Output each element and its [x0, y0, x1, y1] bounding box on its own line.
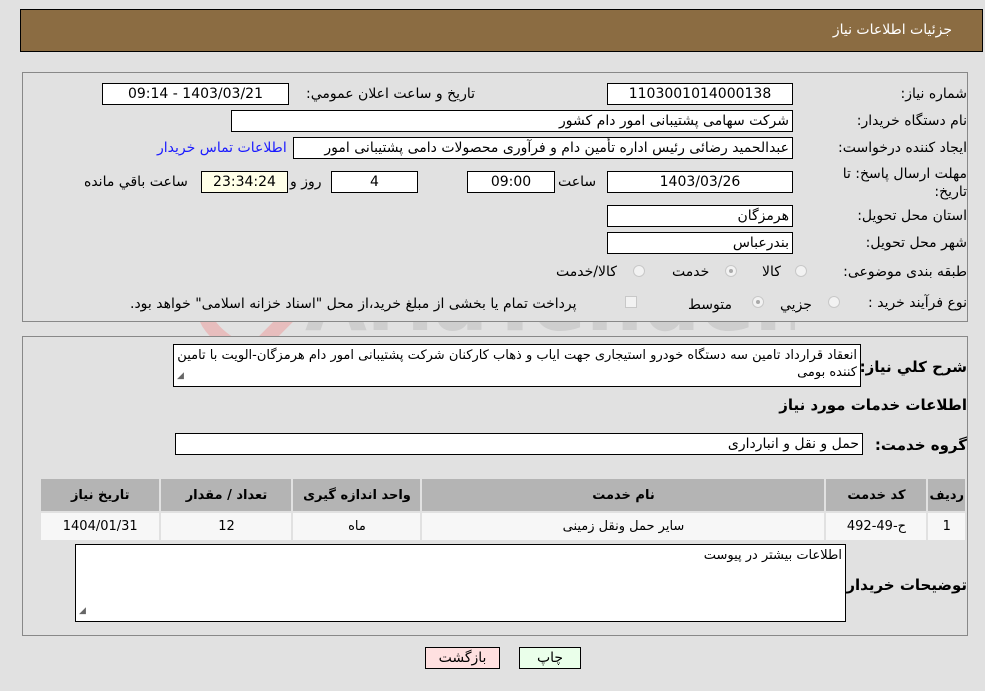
table-header-row: ردیف کد خدمت نام خدمت واحد اندازه گیری ت… — [38, 477, 967, 513]
announce-datetime-field[interactable]: 1403/03/21 - 09:14 — [102, 83, 289, 105]
category-option-goods-service: کالا/خدمت — [556, 264, 617, 280]
description-textarea[interactable]: انعقاد قرارداد تامین سه دستگاه خودرو است… — [173, 344, 861, 387]
buyer-notes-textarea[interactable]: اطلاعات بیشتر در پیوست ◢ — [75, 544, 846, 622]
table-row: 1 ح-49-492 سایر حمل ونقل زمینی ماه 12 14… — [38, 511, 967, 542]
resize-grip-icon[interactable]: ◢ — [177, 368, 184, 385]
buyer-notes-text: اطلاعات بیشتر در پیوست — [703, 548, 842, 563]
resize-grip-icon[interactable]: ◢ — [79, 603, 86, 620]
category-radio-goods[interactable] — [795, 265, 807, 277]
description-label: شرح کلي نیاز: — [859, 358, 967, 376]
col-header-row-number: ردیف — [926, 477, 967, 513]
cell-need-date: 1404/01/31 — [38, 511, 162, 542]
buyer-contact-link[interactable]: اطلاعات تماس خریدار — [157, 140, 287, 156]
deadline-label: مهلت ارسال پاسخ: تا تاریخ: — [842, 166, 967, 200]
days-label: روز و — [290, 174, 322, 190]
deadline-date-field[interactable]: 1403/03/26 — [607, 171, 793, 193]
col-header-unit: واحد اندازه گیری — [291, 477, 423, 513]
category-label: طبقه بندی موضوعی: — [843, 264, 967, 280]
print-button[interactable]: چاپ — [519, 647, 581, 669]
treasury-note: پرداخت تمام یا بخشی از مبلغ خرید،از محل … — [130, 296, 577, 312]
cell-service-name: سایر حمل ونقل زمینی — [420, 511, 827, 542]
city-label: شهر محل تحویل: — [865, 235, 967, 251]
category-radio-service[interactable] — [725, 265, 737, 277]
page-header: جزئیات اطلاعات نیاز — [20, 9, 983, 52]
process-label: نوع فرآیند خرید : — [868, 295, 967, 311]
cell-unit: ماه — [291, 511, 423, 542]
service-group-label: گروه خدمت: — [874, 436, 967, 454]
need-number-label: شماره نیاز: — [900, 86, 968, 102]
col-header-service-name: نام خدمت — [420, 477, 827, 513]
buyer-org-field[interactable]: شرکت سهامی پشتیبانی امور دام کشور — [231, 110, 793, 132]
remaining-label: ساعت باقي مانده — [84, 174, 188, 190]
buyer-notes-label: توضیحات خریدار: — [840, 576, 967, 594]
process-option-medium: متوسط — [688, 297, 732, 313]
col-header-need-date: تاریخ نیاز — [38, 477, 162, 513]
process-option-minor: جزيي — [780, 297, 812, 313]
description-text: انعقاد قرارداد تامین سه دستگاه خودرو است… — [177, 348, 857, 380]
service-group-field[interactable]: حمل و نقل و انبارداری — [175, 433, 863, 455]
cell-quantity: 12 — [159, 511, 294, 542]
buyer-org-label: نام دستگاه خریدار: — [856, 113, 967, 129]
requester-label: ایجاد کننده درخواست: — [838, 140, 967, 156]
category-option-goods: کالا — [762, 264, 781, 280]
announce-datetime-label: تاریخ و ساعت اعلان عمومي: — [306, 86, 475, 102]
need-number-field[interactable]: 1103001014000138 — [607, 83, 793, 105]
days-remaining-field[interactable]: 4 — [331, 171, 418, 193]
process-radio-medium[interactable] — [752, 296, 764, 308]
province-label: استان محل تحویل: — [857, 208, 967, 224]
col-header-quantity: تعداد / مقدار — [159, 477, 294, 513]
deadline-time-label: ساعت — [558, 174, 597, 190]
treasury-checkbox[interactable] — [625, 296, 637, 308]
back-button[interactable]: بازگشت — [425, 647, 500, 669]
cell-row-number: 1 — [926, 511, 967, 542]
col-header-service-code: کد خدمت — [824, 477, 929, 513]
requester-field[interactable]: عبدالحمید رضائی رئیس اداره تأمین دام و ف… — [293, 137, 793, 159]
category-radio-goods-service[interactable] — [633, 265, 645, 277]
province-field[interactable]: هرمزگان — [607, 205, 793, 227]
city-field[interactable]: بندرعباس — [607, 232, 793, 254]
cell-service-code: ح-49-492 — [824, 511, 929, 542]
services-section-title: اطلاعات خدمات مورد نیاز — [779, 396, 967, 414]
deadline-time-field[interactable]: 09:00 — [467, 171, 555, 193]
process-radio-minor[interactable] — [828, 296, 840, 308]
page-title: جزئیات اطلاعات نیاز — [832, 22, 952, 38]
services-table: ردیف کد خدمت نام خدمت واحد اندازه گیری ت… — [38, 477, 967, 542]
remaining-time-field: 23:34:24 — [201, 171, 288, 193]
category-option-service: خدمت — [672, 264, 710, 280]
